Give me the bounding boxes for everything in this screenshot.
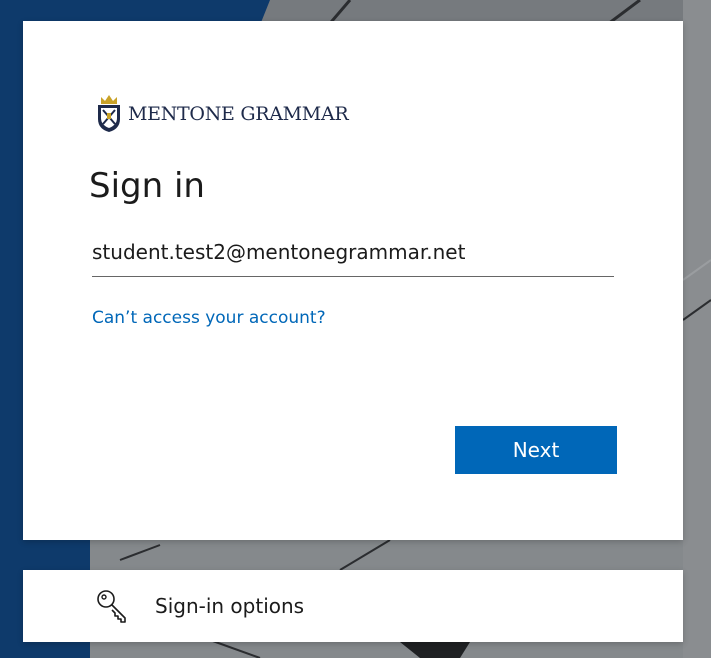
brand-name: MENTONE GRAMMAR (128, 103, 349, 125)
crest-icon (98, 95, 120, 132)
next-button[interactable]: Next (455, 426, 617, 474)
sign-in-card: MENTONE GRAMMAR Sign in Can’t access you… (23, 21, 683, 540)
email-field[interactable] (92, 233, 614, 277)
brand-logo: MENTONE GRAMMAR (96, 95, 349, 133)
key-icon (97, 590, 126, 623)
sign-in-options-label: Sign-in options (155, 594, 305, 618)
page: MENTONE GRAMMAR Sign in Can’t access you… (0, 0, 711, 658)
cant-access-account-link[interactable]: Can’t access your account? (92, 308, 326, 328)
sign-in-options-button[interactable]: Sign-in options (23, 570, 683, 642)
page-title: Sign in (89, 166, 205, 206)
